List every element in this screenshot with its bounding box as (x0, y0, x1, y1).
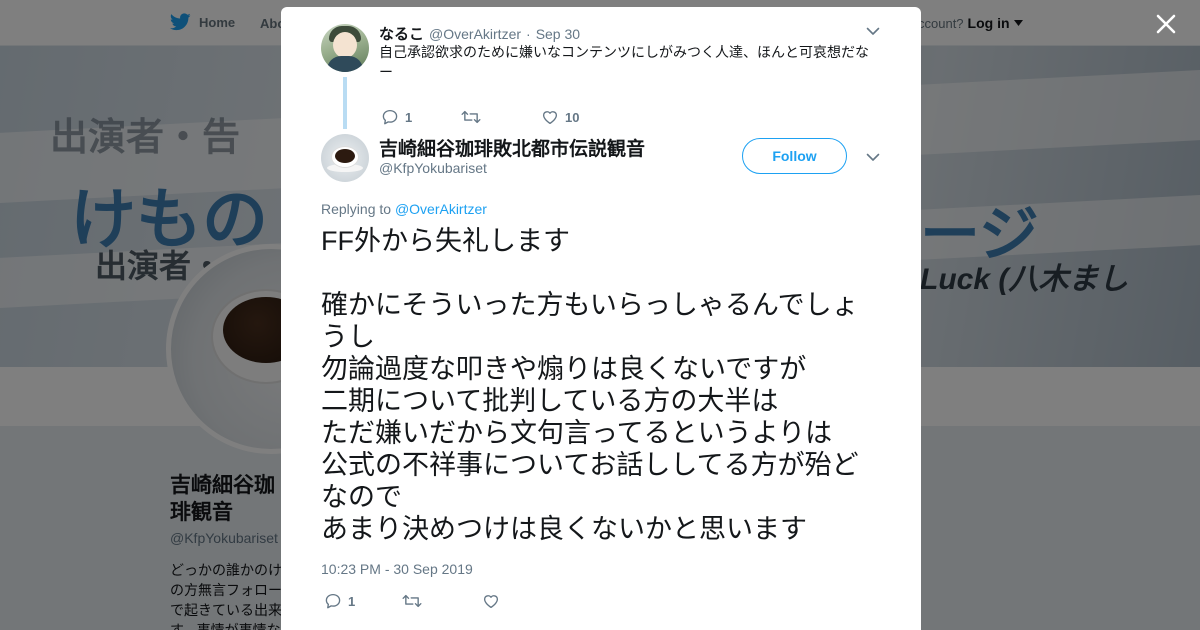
tweet-paragraph: FF外から失礼します (321, 226, 570, 256)
tweet-paragraph: 確かにそういった方もいらっしゃるんでしょうし 勿論過度な叩きや煽りは良くないです… (321, 290, 859, 544)
reply-icon (382, 109, 398, 125)
parent-tweet-text: 自己承認欲求のために嫌いなコンテンツにしがみつく人達、ほんと可哀想だなー (379, 44, 869, 80)
tweet-timestamp[interactable]: 10:23 PM - 30 Sep 2019 (321, 561, 473, 577)
close-icon (1156, 14, 1176, 34)
parent-tweet-actions: 1 10 (381, 108, 579, 126)
chevron-down-icon[interactable] (865, 149, 881, 165)
avatar[interactable] (321, 134, 369, 182)
separator-dot: · (526, 26, 531, 42)
tweet-actions: 1 (324, 592, 506, 610)
reply-button[interactable]: 1 (324, 592, 402, 610)
follow-button[interactable]: Follow (742, 138, 847, 174)
parent-author-handle[interactable]: @OverAkirtzer (429, 26, 521, 42)
parent-tweet-header: なるこ @OverAkirtzer · Sep 30 (379, 23, 580, 44)
like-count: 10 (565, 109, 580, 125)
tweet-author-name[interactable]: 吉崎細谷珈琲敗北都市伝説観音 (379, 134, 645, 161)
retweet-button[interactable] (402, 592, 482, 610)
tweet-text: FF外から失礼します 確かにそういった方もいらっしゃるんでしょうし 勿論過度な叩… (321, 225, 881, 545)
heart-icon (483, 595, 499, 609)
close-button[interactable] (1152, 10, 1180, 38)
chevron-down-icon[interactable] (865, 23, 881, 39)
reply-icon (325, 593, 341, 609)
tweet-author-handle[interactable]: @KfpYokubariset (379, 160, 487, 176)
retweet-icon (461, 110, 481, 124)
avatar[interactable] (321, 24, 369, 72)
replying-to: Replying to @OverAkirtzer (321, 201, 487, 217)
retweet-button[interactable] (461, 108, 541, 126)
parent-author-name[interactable]: なるこ (379, 23, 424, 44)
reply-button[interactable]: 1 (381, 108, 461, 126)
tweet-paragraph (321, 257, 881, 289)
like-button[interactable] (482, 592, 506, 610)
retweet-icon (402, 594, 422, 608)
replying-to-link[interactable]: @OverAkirtzer (395, 201, 487, 217)
tweet-modal: なるこ @OverAkirtzer · Sep 30 自己承認欲求のために嫌いな… (281, 7, 921, 630)
heart-icon (542, 111, 558, 125)
thread-line (343, 77, 347, 129)
reply-count: 1 (348, 593, 356, 609)
reply-count: 1 (405, 109, 413, 125)
parent-tweet-date[interactable]: Sep 30 (536, 26, 580, 42)
like-button[interactable]: 10 (541, 108, 579, 126)
replying-prefix: Replying to (321, 201, 392, 217)
